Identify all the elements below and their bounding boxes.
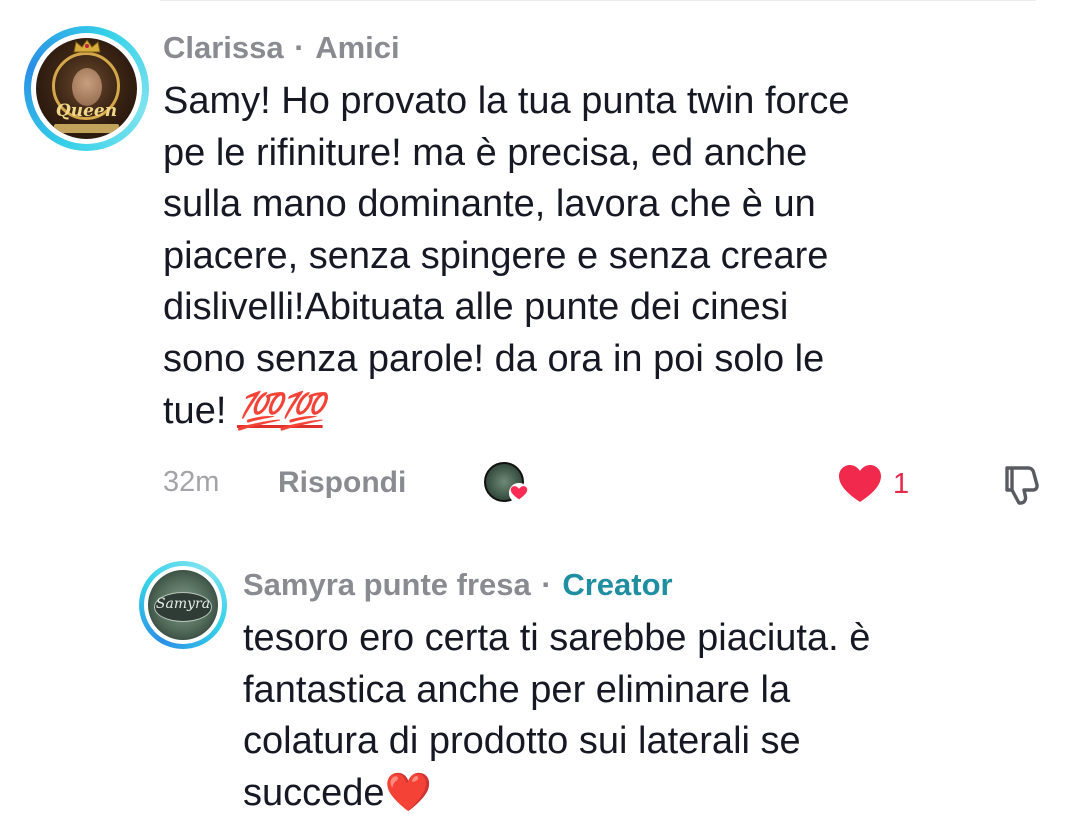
comment-line: dislivelli!Abituata alle punte dei cines… bbox=[163, 286, 789, 328]
reply-line: tesoro ero certa ti sarebbe piaciuta. è bbox=[243, 617, 871, 659]
commenter-avatar-photo: Queen bbox=[36, 38, 137, 139]
comment-time: 32m bbox=[163, 466, 220, 498]
crown-icon bbox=[73, 39, 101, 53]
hundred-points-emoji: 💯💯 bbox=[236, 390, 325, 431]
reply-line-last: succede❤️ bbox=[243, 771, 432, 814]
comment-author-line: Clarissa · Amici bbox=[163, 30, 400, 66]
relation-label: Amici bbox=[315, 30, 400, 65]
separator-dot: · bbox=[541, 567, 552, 602]
separator-dot: · bbox=[294, 30, 305, 65]
reply-author-name[interactable]: Samyra punte fresa bbox=[243, 567, 531, 602]
creator-liked-icon bbox=[508, 482, 530, 504]
comment-line-last: tue! 💯💯 bbox=[163, 390, 325, 432]
comment-line: Samy! Ho provato la tua punta twin force bbox=[163, 80, 850, 122]
like-count: 1 bbox=[893, 468, 910, 500]
comment-body: Samy! Ho provato la tua punta twin force… bbox=[163, 76, 849, 438]
red-heart-emoji: ❤️ bbox=[384, 771, 432, 814]
comment-meta-row: 32m Rispondi 1 bbox=[163, 462, 1040, 506]
avatar-subtext-bar bbox=[54, 124, 119, 133]
top-divider bbox=[160, 0, 1036, 1]
commenter-avatar[interactable]: Queen bbox=[24, 26, 149, 151]
comment-line: sono senza parole! da ora in poi solo le bbox=[163, 337, 825, 380]
reply-avatar-text: Samyra bbox=[155, 596, 211, 612]
reply-line: fantastica anche per eliminare la bbox=[243, 668, 791, 711]
creator-badge: Creator bbox=[562, 567, 673, 602]
comment-author-name[interactable]: Clarissa bbox=[163, 30, 284, 65]
comment-line: sulla mano dominante, lavora che è un bbox=[163, 183, 816, 225]
heart-icon[interactable] bbox=[836, 462, 884, 506]
dislike-icon[interactable] bbox=[998, 462, 1044, 508]
reply-author-line: Samyra punte fresa · Creator bbox=[243, 567, 673, 603]
reply-avatar-photo: Samyra bbox=[148, 570, 218, 640]
comment-line: pe le rifiniture! ma è precisa, ed anche bbox=[163, 131, 808, 174]
reply-body: tesoro ero certa ti sarebbe piaciuta. è … bbox=[243, 613, 870, 819]
reply-author-avatar[interactable]: Samyra bbox=[139, 561, 227, 649]
reply-button[interactable]: Rispondi bbox=[278, 466, 406, 500]
creator-liked-indicator bbox=[484, 462, 530, 506]
reply-line: colatura di prodotto sui laterali se bbox=[243, 720, 801, 762]
avatar-badge-text: Queen bbox=[55, 101, 118, 121]
comment-line: piacere, senza spingere e senza creare bbox=[163, 234, 829, 277]
